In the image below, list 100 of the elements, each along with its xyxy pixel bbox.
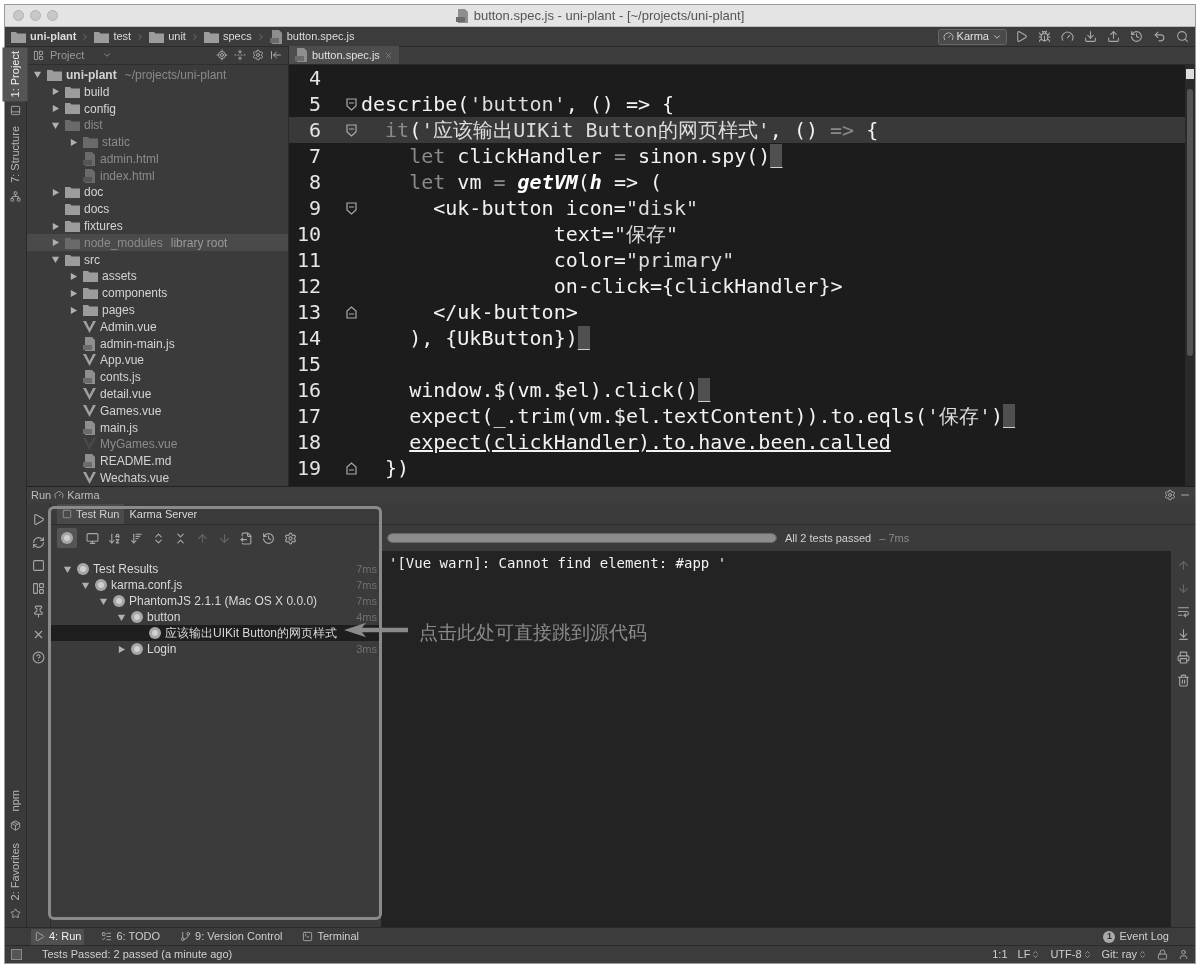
star-icon[interactable] — [10, 908, 21, 919]
breadcrumb[interactable]: test — [94, 28, 146, 45]
breadcrumb[interactable]: uni-plant — [11, 28, 91, 45]
show-ignored-icon[interactable] — [86, 531, 99, 545]
rerun-icon[interactable] — [32, 513, 45, 526]
console-line: '[Vue warn]: Cannot find element: #app ' — [389, 554, 728, 573]
passed-icon — [95, 579, 107, 591]
fold-icon[interactable] — [346, 461, 357, 475]
layout-icon[interactable] — [32, 582, 45, 595]
user-icon[interactable] — [1178, 949, 1189, 960]
expanded-arrow-icon[interactable] — [51, 255, 60, 265]
fold-icon[interactable] — [346, 97, 357, 111]
vcs-update-icon[interactable] — [1084, 30, 1097, 43]
tool-window-button[interactable]: 4: Run — [31, 928, 85, 945]
tree-item[interactable]: Admin.vue — [27, 318, 288, 336]
tool-window-tab[interactable]: 2: Favorites — [3, 838, 28, 904]
tool-window-button[interactable]: 9: Version Control — [177, 928, 286, 945]
expand-all-icon[interactable] — [152, 531, 165, 545]
status-item[interactable]: 1:1 — [992, 946, 1008, 963]
tree-item[interactable]: App.vue — [27, 352, 288, 369]
tree-item[interactable]: doc — [27, 184, 288, 201]
locate-icon[interactable] — [216, 49, 228, 62]
editor-tab[interactable]: button.spec.js — [289, 46, 399, 64]
item-name: build — [84, 83, 110, 101]
stop-icon[interactable] — [32, 559, 45, 572]
hide-icon[interactable] — [270, 49, 282, 62]
project-view-icon[interactable] — [33, 49, 44, 61]
tool-window-tab[interactable]: 7: Structure — [3, 122, 28, 188]
project-view-dropdown[interactable]: Project — [50, 47, 113, 64]
toggle-panels-icon[interactable] — [11, 949, 22, 960]
sort-icon[interactable] — [108, 531, 121, 545]
tree-item[interactable]: conts.js — [27, 368, 288, 386]
breadcrumb[interactable]: unit — [149, 28, 200, 45]
history-icon[interactable] — [1130, 30, 1143, 43]
tree-item[interactable]: build — [27, 83, 288, 101]
close-icon[interactable] — [32, 628, 45, 641]
tree-item[interactable]: assets — [27, 268, 288, 285]
print-icon[interactable] — [1176, 651, 1190, 664]
tree-item[interactable]: pages — [27, 301, 288, 319]
tree-item[interactable]: detail.vue — [27, 385, 288, 403]
event-log-button[interactable]: 1 Event Log — [1103, 928, 1169, 945]
vcs-commit-icon[interactable] — [1107, 30, 1120, 43]
tool-window-button[interactable]: Terminal — [299, 928, 363, 945]
fold-icon[interactable] — [346, 201, 357, 215]
expanded-arrow-icon[interactable] — [33, 70, 42, 80]
breadcrumb[interactable]: button.spec.js — [269, 28, 355, 45]
wrap-icon[interactable] — [1176, 605, 1190, 618]
toggle-auto-test-icon[interactable] — [32, 536, 45, 549]
item-name: admin-main.js — [100, 335, 175, 353]
coverage-icon[interactable] — [1061, 30, 1074, 43]
sort-duration-icon[interactable] — [130, 531, 143, 545]
history-icon[interactable] — [262, 531, 275, 545]
debug-icon[interactable] — [1038, 30, 1051, 43]
tool-window-tab[interactable]: npm — [3, 786, 28, 816]
package-icon[interactable] — [10, 819, 21, 831]
tree-item[interactable]: src — [27, 251, 288, 269]
collapsed-arrow-icon[interactable] — [117, 644, 126, 654]
revert-icon[interactable] — [1153, 30, 1166, 43]
tree-item[interactable]: components — [27, 284, 288, 302]
structure-icon[interactable] — [10, 191, 21, 203]
tree-item[interactable]: uni-plant ~/projects/uni-plant — [27, 66, 288, 84]
tree-item[interactable]: admin-main.js — [27, 335, 288, 353]
tree-item[interactable]: Wechats.vue — [27, 469, 288, 486]
settings-icon[interactable] — [1164, 489, 1176, 501]
scrollbar[interactable] — [1185, 65, 1195, 486]
run-config-dropdown[interactable]: Karma — [937, 28, 1007, 45]
tree-item[interactable]: config — [27, 100, 288, 117]
lock-icon[interactable] — [1157, 949, 1168, 960]
collapsed-arrow-icon[interactable] — [51, 187, 60, 197]
fold-icon[interactable] — [346, 123, 357, 137]
trash-icon[interactable] — [1176, 674, 1190, 687]
breadcrumb[interactable]: specs — [203, 28, 266, 45]
panel-icon[interactable] — [10, 105, 21, 117]
help-icon[interactable] — [32, 651, 45, 664]
run-tab[interactable]: Karma Server — [124, 504, 203, 524]
search-icon[interactable] — [1176, 30, 1189, 43]
export-icon[interactable] — [240, 531, 253, 545]
settings-icon[interactable] — [284, 531, 297, 545]
status-item[interactable]: LF — [1017, 946, 1041, 963]
status-item[interactable]: UTF-8 — [1050, 946, 1092, 963]
tree-item[interactable]: README.md — [27, 452, 288, 470]
pin-icon[interactable] — [32, 605, 45, 618]
collapse-icon[interactable] — [234, 49, 246, 62]
tree-item[interactable]: fixtures — [27, 217, 288, 235]
scroll-end-icon[interactable] — [1176, 628, 1190, 641]
collapse-all-icon[interactable] — [174, 531, 187, 545]
item-name: README.md — [100, 453, 172, 471]
tree-item[interactable]: docs — [27, 200, 288, 218]
status-item[interactable]: Git: ray — [1101, 946, 1147, 963]
tree-item[interactable]: main.js — [27, 419, 288, 437]
tree-item[interactable]: Games.vue — [27, 402, 288, 420]
settings-icon[interactable] — [252, 49, 264, 62]
expanded-arrow-icon[interactable] — [51, 120, 60, 130]
tool-window-button[interactable]: 6: TODO — [98, 928, 164, 945]
test-item[interactable]: 应该输出UIKit Button的网页样式 — [51, 625, 381, 641]
tool-window-tab[interactable]: 1: Project — [3, 47, 28, 102]
fold-icon[interactable] — [346, 305, 357, 319]
collapsed-arrow-icon[interactable] — [69, 137, 78, 147]
run-icon[interactable] — [1015, 30, 1028, 43]
item-name: assets — [102, 268, 137, 286]
